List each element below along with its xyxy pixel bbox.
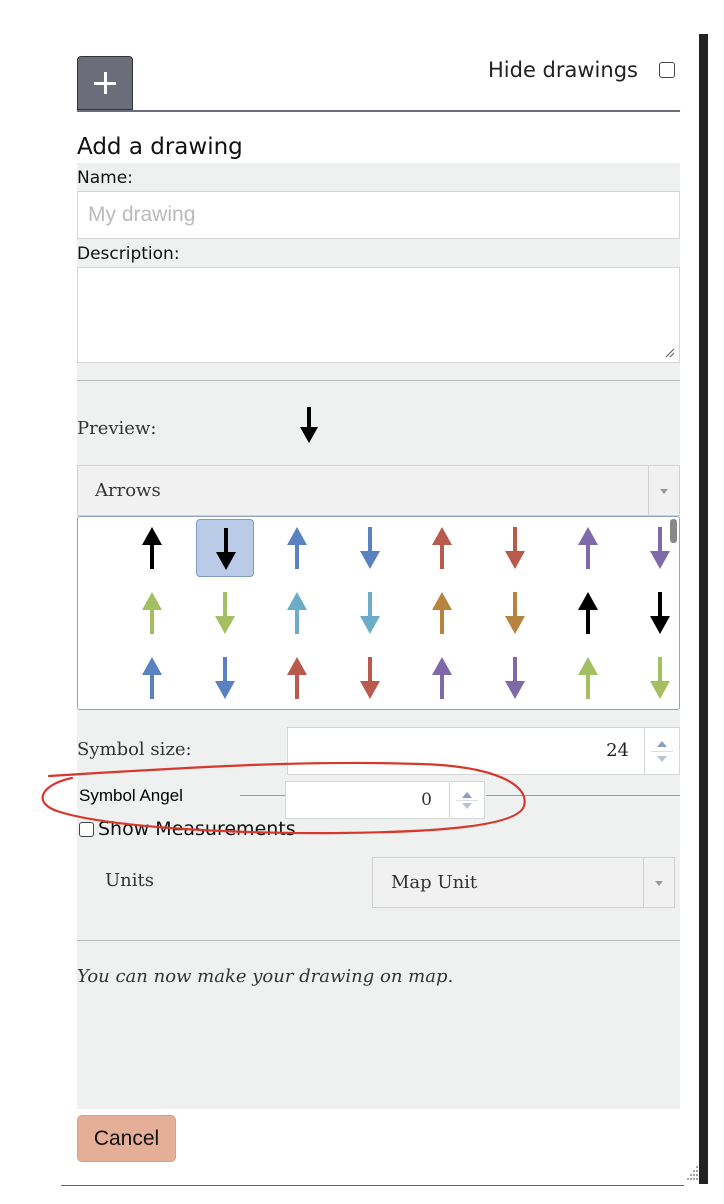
symbol-option[interactable] <box>559 649 617 707</box>
symbol-size-value: 24 <box>606 740 629 761</box>
arrow-down-icon <box>505 592 525 634</box>
symbol-angle-label: Symbol Angel <box>79 786 183 805</box>
arrow-down-icon <box>359 657 380 699</box>
arrow-down-icon <box>359 527 380 569</box>
arrow-up-icon <box>432 592 453 634</box>
show-measurements-checkbox[interactable] <box>79 822 94 837</box>
symbol-option[interactable] <box>413 584 471 642</box>
section-divider <box>77 380 680 381</box>
symbol-option[interactable] <box>196 584 254 642</box>
spin-down-icon[interactable] <box>462 802 472 809</box>
arrow-up-icon <box>287 592 308 634</box>
symbol-option[interactable] <box>341 649 399 707</box>
preview-arrow-down-icon <box>300 407 318 443</box>
symbol-option[interactable] <box>341 584 399 642</box>
symbol-option[interactable] <box>341 519 399 577</box>
arrow-down-icon <box>650 527 671 569</box>
arrow-down-icon <box>214 592 235 634</box>
symbol-option[interactable] <box>486 649 544 707</box>
symbol-size-spinner[interactable] <box>644 728 679 774</box>
spin-up-icon[interactable] <box>657 740 667 747</box>
symbol-option[interactable] <box>195 519 254 577</box>
description-textarea[interactable] <box>77 267 680 363</box>
symbol-option[interactable] <box>123 519 181 577</box>
arrow-up-icon <box>287 527 308 569</box>
symbol-option[interactable] <box>559 584 617 642</box>
arrow-up-icon <box>142 527 162 569</box>
symbol-option[interactable] <box>631 649 679 707</box>
symbol-option[interactable] <box>486 519 544 577</box>
symbol-option[interactable] <box>196 649 254 707</box>
arrow-up-icon <box>577 592 598 634</box>
section-divider <box>77 940 680 941</box>
symbol-option[interactable] <box>413 649 471 707</box>
hide-drawings-label: Hide drawings <box>488 58 638 82</box>
angle-row-line-right <box>486 795 680 796</box>
arrow-down-icon <box>650 657 671 699</box>
arrow-up-icon <box>142 592 162 634</box>
arrow-down-icon <box>505 657 525 699</box>
header-divider <box>77 110 680 112</box>
symbol-category-value: Arrows <box>95 480 161 501</box>
symbol-picker-grid <box>77 516 680 710</box>
symbol-option[interactable] <box>268 519 326 577</box>
units-label: Units <box>105 870 154 891</box>
symbol-angle-value: 0 <box>421 790 432 810</box>
symbol-option[interactable] <box>123 584 181 642</box>
units-value: Map Unit <box>391 872 478 893</box>
symbol-option[interactable] <box>123 649 181 707</box>
name-placeholder: My drawing <box>88 203 196 226</box>
symbol-category-select[interactable]: Arrows <box>77 465 680 516</box>
drawing-hint-text: You can now make your drawing on map. <box>77 966 454 987</box>
cancel-button[interactable]: Cancel <box>77 1115 176 1162</box>
arrow-up-icon <box>432 657 453 699</box>
name-label: Name: <box>77 168 133 188</box>
symbol-option[interactable] <box>268 584 326 642</box>
resize-grip-icon[interactable] <box>665 348 675 358</box>
units-select[interactable]: Map Unit <box>372 857 675 908</box>
arrow-up-icon <box>577 657 598 699</box>
show-measurements-label: Show Measurements <box>98 818 296 840</box>
arrow-up-icon <box>577 527 598 569</box>
symbol-option[interactable] <box>631 584 679 642</box>
symbol-option[interactable] <box>559 519 617 577</box>
arrow-up-icon <box>432 527 453 569</box>
right-panel-edge <box>699 34 708 1184</box>
angle-row-line-left <box>240 795 285 796</box>
symbol-option[interactable] <box>268 649 326 707</box>
symbol-size-label: Symbol size: <box>77 739 192 760</box>
symbol-option[interactable] <box>631 519 679 577</box>
form-title: Add a drawing <box>77 134 243 160</box>
name-input[interactable]: My drawing <box>77 191 680 239</box>
spin-down-icon[interactable] <box>657 756 667 763</box>
resize-handle-icon[interactable] <box>683 1164 699 1180</box>
arrow-down-icon <box>215 528 236 570</box>
arrow-down-icon <box>359 592 380 634</box>
arrow-up-icon <box>142 657 162 699</box>
symbol-size-input[interactable]: 24 <box>287 727 680 775</box>
arrow-down-icon <box>214 657 235 699</box>
arrow-down-icon <box>650 592 671 634</box>
arrow-down-icon <box>505 527 525 569</box>
symbol-angle-spinner[interactable] <box>449 782 484 818</box>
symbol-option[interactable] <box>486 584 544 642</box>
symbol-option[interactable] <box>413 519 471 577</box>
symbol-angle-input[interactable]: 0 <box>285 781 485 819</box>
hide-drawings-checkbox[interactable] <box>659 62 675 78</box>
bottom-divider <box>61 1185 684 1186</box>
spin-up-icon[interactable] <box>462 792 472 799</box>
chevron-down-icon <box>643 858 674 907</box>
preview-label: Preview: <box>77 418 157 439</box>
description-label: Description: <box>77 244 180 264</box>
arrow-up-icon <box>287 657 308 699</box>
chevron-down-icon <box>648 466 679 515</box>
add-drawing-tab-button[interactable] <box>77 56 133 110</box>
